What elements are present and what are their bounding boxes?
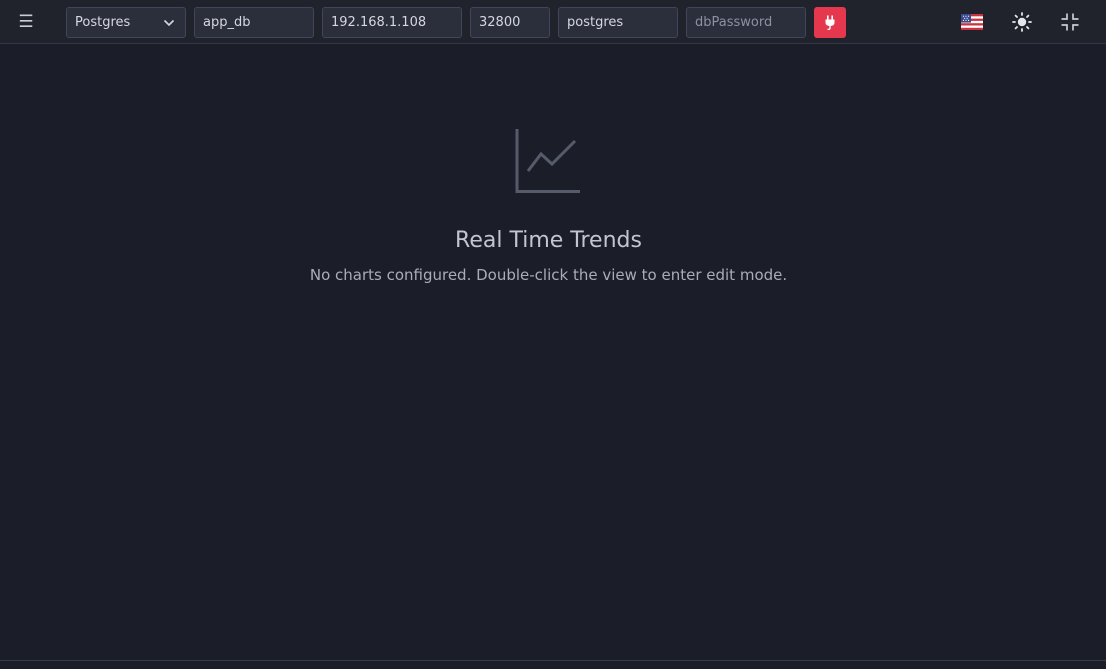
host-value: 192.168.1.108 — [331, 15, 427, 30]
username-input[interactable]: postgres — [558, 7, 678, 38]
connect-button[interactable] — [814, 7, 846, 38]
db-type-value: Postgres — [75, 15, 131, 30]
port-input[interactable]: 32800 — [470, 7, 550, 38]
database-name-value: app_db — [203, 15, 251, 30]
us-flag-icon[interactable] — [961, 14, 983, 30]
bottom-status-bar — [0, 660, 1106, 669]
database-name-input[interactable]: app_db — [194, 7, 314, 38]
db-type-select[interactable]: Postgres — [66, 7, 186, 38]
plug-icon — [825, 15, 835, 30]
sun-icon[interactable] — [1011, 11, 1033, 33]
password-placeholder: dbPassword — [695, 15, 773, 30]
empty-state-title: Real Time Trends — [455, 228, 642, 253]
top-toolbar: ☰ Postgres app_db 192.168.1.108 32800 po… — [0, 0, 1106, 44]
username-value: postgres — [567, 15, 624, 30]
port-value: 32800 — [479, 15, 521, 30]
line-chart-icon — [515, 129, 580, 193]
password-input[interactable]: dbPassword — [686, 7, 806, 38]
hamburger-menu-icon[interactable]: ☰ — [14, 11, 38, 33]
chevron-down-icon — [163, 19, 175, 27]
host-input[interactable]: 192.168.1.108 — [322, 7, 462, 38]
collapse-icon[interactable] — [1059, 11, 1081, 33]
empty-state-description: No charts configured. Double-click the v… — [309, 266, 788, 284]
